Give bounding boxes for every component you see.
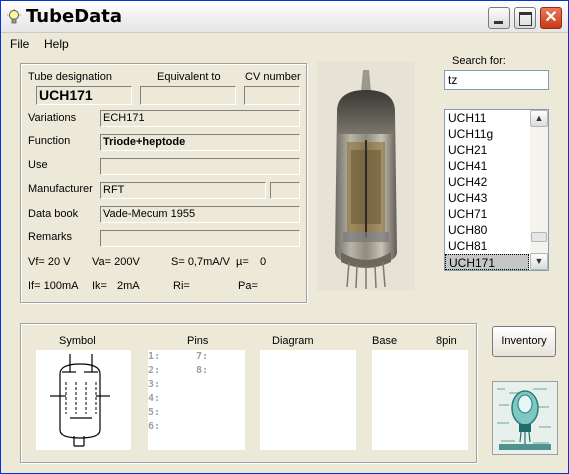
- search-input[interactable]: tz: [444, 70, 549, 90]
- list-item[interactable]: UCH41: [445, 158, 529, 174]
- tube-photo: [317, 62, 415, 290]
- maximize-button[interactable]: [514, 7, 536, 29]
- lightbulb-icon: [7, 9, 21, 24]
- pin-2: 2:: [148, 365, 161, 376]
- param-pa: Pa=: [238, 280, 258, 292]
- list-item[interactable]: UCH11: [445, 110, 529, 126]
- databook-field[interactable]: Vade-Mecum 1955: [100, 206, 300, 223]
- pin-8: 8:: [196, 365, 209, 376]
- symbol-label: Symbol: [59, 335, 96, 347]
- results-list[interactable]: UCH11 UCH11g UCH21 UCH41 UCH42 UCH43 UCH…: [444, 109, 549, 271]
- manufacturer-label: Manufacturer: [28, 183, 93, 195]
- param-s: S= 0,7mA/V: [171, 256, 231, 268]
- base-panel: [372, 350, 468, 450]
- base-label: Base: [372, 335, 398, 347]
- tube-logo-image: [492, 381, 558, 455]
- close-button[interactable]: ✕: [540, 7, 562, 29]
- manufacturer-code-field[interactable]: [270, 182, 300, 199]
- scroll-down-icon[interactable]: ▼: [530, 253, 548, 270]
- results-items: UCH11 UCH11g UCH21 UCH41 UCH42 UCH43 UCH…: [445, 110, 529, 270]
- results-scrollbar[interactable]: ▲ ▼: [530, 110, 548, 270]
- inventory-button[interactable]: Inventory: [492, 326, 556, 357]
- list-item[interactable]: UCH43: [445, 190, 529, 206]
- list-item[interactable]: UCH42: [445, 174, 529, 190]
- scroll-thumb[interactable]: [531, 232, 547, 242]
- minimize-button[interactable]: [488, 7, 510, 29]
- function-label: Function: [28, 135, 71, 147]
- menu-file[interactable]: File: [10, 37, 29, 51]
- param-ik-label: Ik=: [92, 280, 107, 292]
- diagram-label: Diagram: [272, 335, 314, 347]
- title-bar: TubeData ✕: [1, 1, 568, 33]
- pin-3: 3:: [148, 379, 161, 390]
- pins-panel: 1: 2: 3: 4: 5: 6: 7: 8:: [148, 350, 245, 450]
- use-field[interactable]: [100, 158, 300, 175]
- pin-1: 1:: [148, 351, 161, 362]
- menu-bar: File Help: [1, 34, 568, 54]
- list-item-selected[interactable]: UCH171: [445, 254, 529, 270]
- remarks-field[interactable]: [100, 230, 300, 247]
- pins-label: Pins: [187, 335, 209, 347]
- tube-designation-label: Tube designation: [28, 71, 112, 83]
- close-icon: ✕: [544, 9, 558, 26]
- list-item[interactable]: UCH11g: [445, 126, 529, 142]
- pin-4: 4:: [148, 393, 161, 404]
- param-if: If= 100mA: [28, 280, 79, 292]
- list-item[interactable]: UCH71: [445, 206, 529, 222]
- pin-5: 5:: [148, 407, 161, 418]
- list-item[interactable]: UCH81: [445, 238, 529, 254]
- window-title: TubeData: [26, 6, 123, 27]
- pin-7: 7:: [196, 351, 209, 362]
- variations-label: Variations: [28, 112, 77, 124]
- param-vf: Vf= 20 V: [28, 256, 71, 268]
- databook-label: Data book: [28, 208, 79, 220]
- list-item[interactable]: UCH80: [445, 222, 529, 238]
- param-ri: Ri=: [173, 280, 190, 292]
- app-window: TubeData ✕ File Help Tube designation Eq…: [0, 0, 569, 474]
- use-label: Use: [28, 159, 48, 171]
- base-value: 8pin: [436, 335, 457, 347]
- param-va: Va= 200V: [92, 256, 140, 268]
- manufacturer-field[interactable]: RFT: [100, 182, 266, 199]
- equivalent-label: Equivalent to: [157, 71, 221, 83]
- param-mu-label: µ=: [236, 256, 249, 268]
- variations-field[interactable]: ECH171: [100, 110, 300, 127]
- pin-6: 6:: [148, 421, 161, 432]
- tube-designation-field[interactable]: UCH171: [36, 86, 132, 105]
- param-ik-value: 2mA: [117, 280, 140, 292]
- symbol-panel: [36, 350, 131, 450]
- function-field[interactable]: Triode+heptode: [100, 134, 300, 151]
- equivalent-field[interactable]: [140, 86, 236, 105]
- tube-symbol-icon: [50, 354, 110, 447]
- cv-number-label: CV number: [245, 71, 301, 83]
- search-label: Search for:: [452, 55, 506, 67]
- param-mu-value: 0: [260, 256, 267, 268]
- remarks-label: Remarks: [28, 231, 73, 243]
- cv-number-field[interactable]: [244, 86, 300, 105]
- diagram-panel: [260, 350, 356, 450]
- menu-help[interactable]: Help: [44, 37, 69, 51]
- list-item[interactable]: UCH21: [445, 142, 529, 158]
- scroll-up-icon[interactable]: ▲: [530, 110, 548, 127]
